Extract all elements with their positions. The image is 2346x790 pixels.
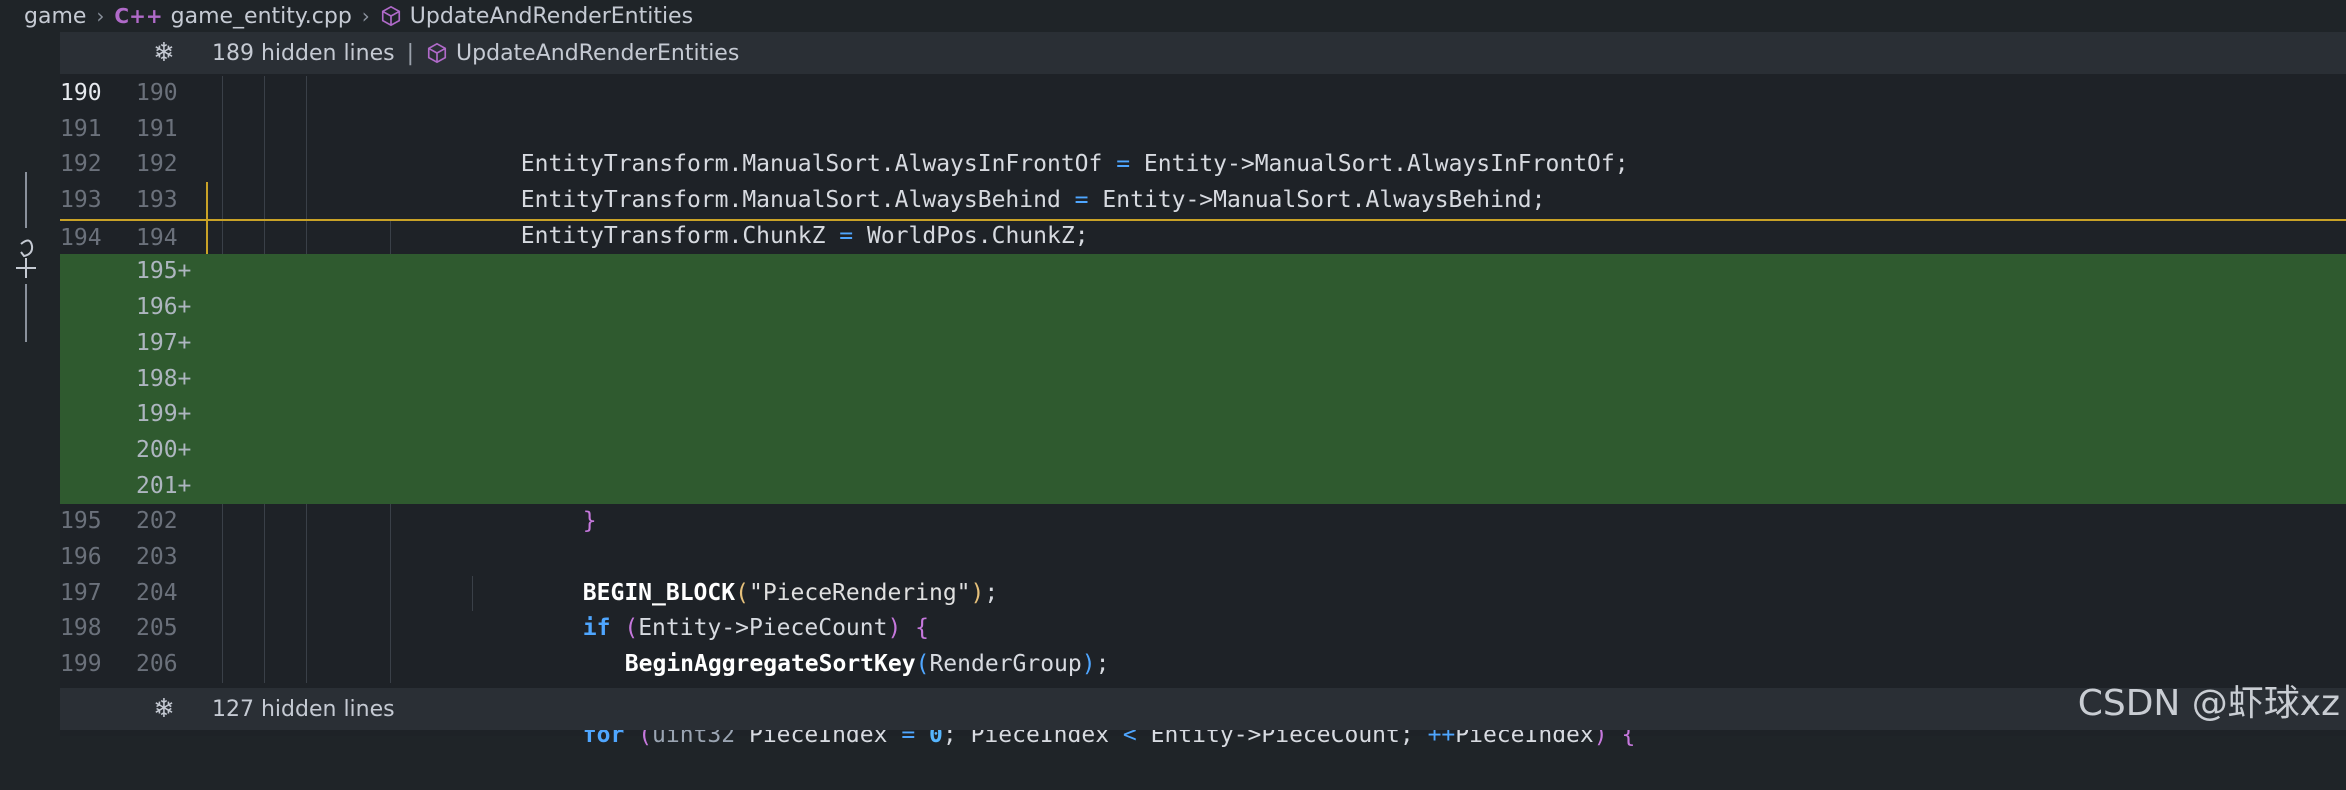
chevron-right-icon: ›: [96, 4, 105, 28]
code-lines[interactable]: 190 190 EntityTransform.ManualSort.Alway…: [60, 76, 2346, 748]
cpp-file-icon: C++: [114, 4, 163, 28]
code-line[interactable]: 199 206 for (uint32 PieceIndex = 0; Piec…: [60, 647, 2346, 748]
unfold-icon[interactable]: ❄: [140, 694, 188, 724]
code-line-added[interactable]: 201+ }: [60, 468, 2346, 534]
watermark: CSDN @虾球xz: [2077, 683, 2340, 724]
chevron-right-icon: ›: [361, 4, 370, 28]
code-line-added[interactable]: 197+ EntityTransform.tColor = v4{.xyz.x=…: [60, 325, 2346, 392]
code-line-added[interactable]: 195+ int32 LayerIndex = RelativeLayer - …: [60, 254, 2346, 320]
method-cube-icon: [381, 5, 400, 27]
code-line[interactable]: 193 193 if ((RelativeLayer >= MinimumLev…: [60, 183, 2346, 286]
hidden-lines-symbol: UpdateAndRenderEntities: [456, 40, 740, 66]
breadcrumb: game › C++ game_entity.cpp › UpdateAndRe…: [0, 0, 2346, 32]
code-line[interactable]: 194 194 // real32 Alpha = TestAlpha[Rela…: [60, 218, 2346, 322]
breadcrumb-file[interactable]: game_entity.cpp: [171, 4, 352, 29]
code-line[interactable]: 192 192 EntityTransform.ChunkZ = WorldPo…: [60, 147, 2346, 249]
code-line[interactable]: 191 191 EntityTransform.ManualSort.Alway…: [60, 111, 2346, 213]
code-line-added[interactable]: 196+ if (RelativeLayer == MaximumLevelIn…: [60, 290, 2346, 356]
hidden-lines-label: 189 hidden lines: [212, 40, 395, 66]
unfold-icon[interactable]: ❄: [140, 38, 188, 68]
code-line[interactable]: 190 190 EntityTransform.ManualSort.Alway…: [60, 76, 2346, 177]
hidden-lines-label: 127 hidden lines: [212, 696, 395, 722]
code-line-added[interactable]: 200+ EntityTransform.tColor = FogAmount[…: [60, 432, 2346, 499]
method-cube-icon: [427, 42, 447, 64]
diff-gutter: [0, 32, 60, 736]
breadcrumb-folder[interactable]: game: [24, 4, 86, 29]
code-line-added[interactable]: 199+ EntityTransform.Color = BackgroundC…: [60, 397, 2346, 463]
fold-hidden-lines-top[interactable]: ❄ 189 hidden lines | UpdateAndRenderEnti…: [60, 32, 2346, 74]
fold-hidden-lines-bottom[interactable]: ❄ 127 hidden lines: [60, 688, 2346, 730]
code-line[interactable]: 198 205 }: [60, 611, 2346, 713]
breadcrumb-symbol[interactable]: UpdateAndRenderEntities: [410, 4, 693, 29]
code-line[interactable]: 197 204 BeginAggregateSortKey(RenderGrou…: [60, 575, 2346, 677]
code-line[interactable]: 195 202 BEGIN_BLOCK("PieceRendering");: [60, 504, 2346, 606]
code-line[interactable]: 196 203 if (Entity->PieceCount) {: [60, 539, 2346, 641]
diff-editor[interactable]: ❄ 189 hidden lines | UpdateAndRenderEnti…: [60, 32, 2346, 748]
diff-revert-widget[interactable]: [14, 172, 44, 342]
code-line-added[interactable]: 198+ } else {: [60, 361, 2346, 427]
